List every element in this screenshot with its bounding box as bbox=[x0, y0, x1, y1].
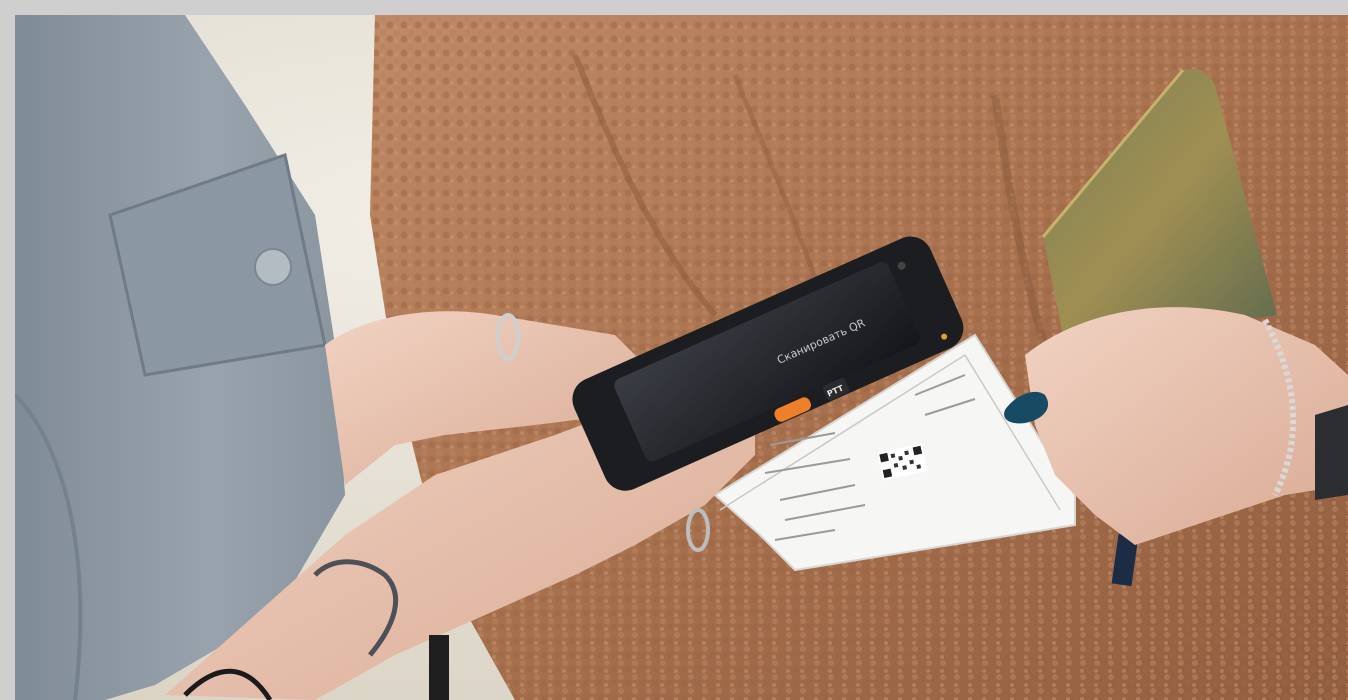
watch bbox=[1315, 405, 1348, 500]
photo-scene: Сканировать QR PTT bbox=[15, 15, 1348, 700]
lanyard bbox=[429, 635, 449, 700]
photo: Сканировать QR PTT bbox=[15, 15, 1348, 700]
image-frame: Сканировать QR PTT bbox=[0, 0, 1348, 700]
sleeve-button bbox=[254, 248, 292, 286]
